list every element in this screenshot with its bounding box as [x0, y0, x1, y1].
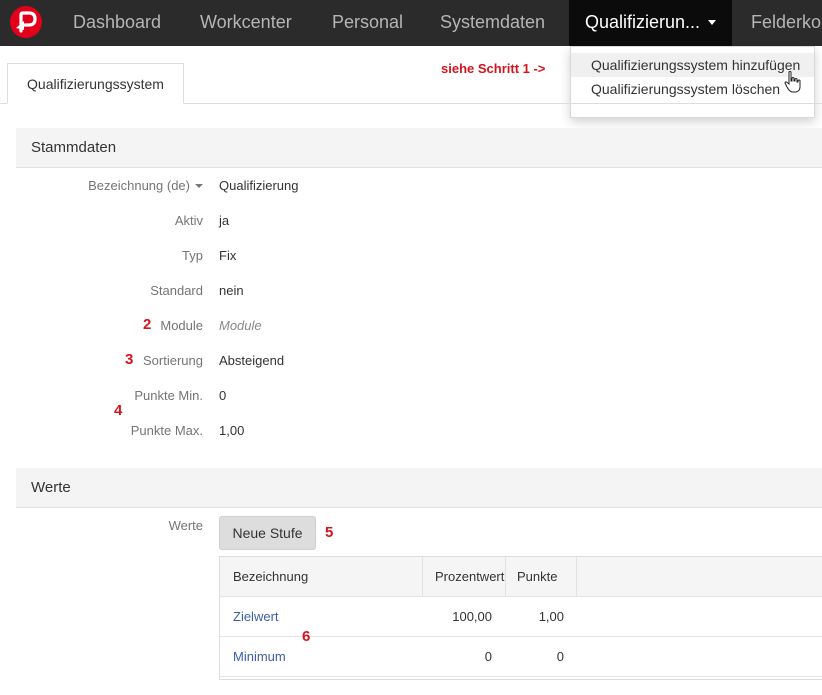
caret-down-icon: [195, 183, 203, 188]
nav-qualifizierung-label: Qualifizierun...: [585, 12, 701, 32]
step-annotation-4: 4: [114, 402, 123, 419]
nav-felderkonfiguration[interactable]: Felderko: [751, 0, 821, 46]
field-label-sortierung: Sortierung: [143, 353, 203, 368]
field-label-werte: Werte: [168, 518, 203, 533]
top-navbar: Dashboard Workcenter Personal Systemdate…: [0, 0, 822, 46]
column-header-bezeichnung[interactable]: Bezeichnung: [233, 557, 423, 597]
menu-item-delete-system[interactable]: Qualifizierungssystem löschen: [571, 77, 814, 101]
row-name-link[interactable]: Minimum: [233, 637, 286, 677]
nav-qualifizierung[interactable]: Qualifizierun...: [569, 0, 733, 46]
field-label-bezeichnung[interactable]: Bezeichnung (de): [88, 178, 203, 193]
field-value-standard[interactable]: nein: [219, 283, 244, 298]
werte-table: Bezeichnung Prozentwert Punkte Zielwert …: [219, 556, 822, 680]
nav-dashboard[interactable]: Dashboard: [73, 0, 161, 46]
column-divider: [505, 557, 506, 597]
nav-personal[interactable]: Personal: [332, 0, 403, 46]
step-annotation-3: 3: [125, 351, 134, 368]
field-value-module[interactable]: Module: [219, 318, 262, 333]
field-label-punkte-min: Punkte Min.: [134, 388, 203, 403]
step-annotation-1: siehe Schritt 1 ->: [441, 61, 546, 76]
qualifizierung-dropdown-menu: Qualifizierungssystem hinzufügen Qualifi…: [570, 46, 815, 118]
field-value-aktiv[interactable]: ja: [219, 213, 229, 228]
field-value-typ[interactable]: Fix: [219, 248, 236, 263]
field-label-standard: Standard: [150, 283, 203, 298]
menu-item-add-system[interactable]: Qualifizierungssystem hinzufügen: [571, 53, 814, 77]
tab-qualifizierungssystem[interactable]: Qualifizierungssystem: [7, 63, 184, 104]
field-label-typ: Typ: [182, 248, 203, 263]
row-punkte: 1,00: [538, 609, 564, 624]
field-value-punkte-min[interactable]: 0: [219, 388, 226, 403]
row-name-link[interactable]: Zielwert: [233, 597, 279, 637]
row-punkte: 0: [556, 649, 564, 664]
step-annotation-5: 5: [325, 524, 334, 541]
step-annotation-2: 2: [143, 316, 152, 333]
field-label-aktiv: Aktiv: [174, 213, 203, 228]
caret-down-icon: [708, 19, 717, 25]
table-header-row: Bezeichnung Prozentwert Punkte: [220, 557, 822, 597]
field-label-module: Module: [160, 318, 203, 333]
app-logo-icon[interactable]: [10, 6, 42, 38]
row-prozentwert: 0: [484, 649, 492, 664]
field-label-bezeichnung-text: Bezeichnung (de): [88, 178, 190, 193]
nav-workcenter[interactable]: Workcenter: [200, 0, 292, 46]
stammdaten-header: Stammdaten: [16, 128, 822, 168]
hand-pointer-icon: [784, 71, 801, 93]
row-prozentwert: 100,00: [452, 609, 492, 624]
field-value-bezeichnung[interactable]: Qualifizierung: [219, 178, 299, 193]
column-header-prozentwert[interactable]: Prozentwert: [435, 557, 505, 597]
werte-header: Werte: [16, 468, 822, 508]
column-divider: [422, 557, 423, 597]
column-divider: [576, 557, 577, 597]
column-header-punkte[interactable]: Punkte: [517, 557, 577, 597]
field-value-punkte-max[interactable]: 1,00: [219, 423, 244, 438]
step-annotation-6: 6: [302, 628, 311, 645]
nav-systemdaten[interactable]: Systemdaten: [440, 0, 545, 46]
field-value-sortierung[interactable]: Absteigend: [219, 353, 284, 368]
neue-stufe-button[interactable]: Neue Stufe: [219, 516, 316, 550]
field-label-punkte-max: Punkte Max.: [130, 423, 203, 438]
